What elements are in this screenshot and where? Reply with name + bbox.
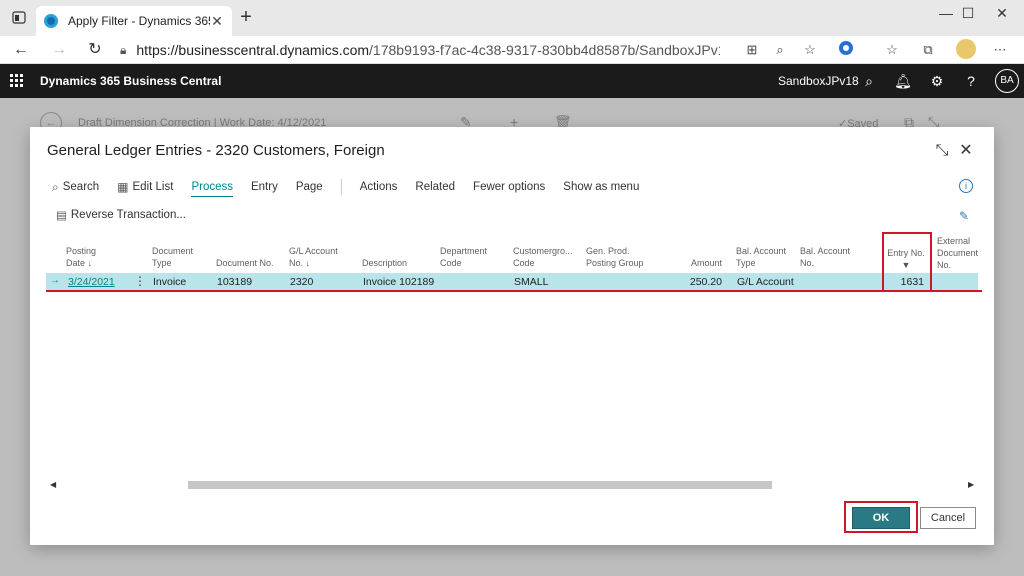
- tab-close-icon[interactable]: ✕: [210, 13, 224, 30]
- horizontal-scrollbar[interactable]: ◀ ▶: [46, 479, 978, 491]
- close-dialog-icon[interactable]: ✕: [956, 141, 976, 161]
- col-bal-account-type[interactable]: Bal. Account Type: [736, 245, 786, 269]
- zoom-icon[interactable]: ⌕: [770, 40, 790, 60]
- col-document-no[interactable]: Document No.: [216, 245, 274, 269]
- row-indicator-arrow-icon: →: [50, 275, 60, 286]
- new-tab-button[interactable]: +: [236, 7, 256, 28]
- col-gen-prod-posting-group[interactable]: Gen. Prod. Posting Group: [586, 245, 644, 269]
- col-posting-date[interactable]: Posting Date ↓: [66, 245, 96, 269]
- dynamics-favicon-icon: [44, 14, 58, 28]
- edit-list-icon: ▦: [117, 180, 129, 194]
- collections-icon[interactable]: ⧉: [918, 40, 938, 60]
- search-action[interactable]: ⌕ Search: [52, 177, 99, 197]
- info-icon[interactable]: i: [959, 179, 973, 193]
- cell-gl-account-no[interactable]: 2320: [290, 276, 313, 288]
- refresh-icon[interactable]: ↻: [84, 39, 106, 61]
- edit-list-action[interactable]: ▦ Edit List: [117, 177, 173, 197]
- back-icon[interactable]: ←: [10, 39, 32, 61]
- browser-tab[interactable]: Apply Filter - Dynamics 365 Busi ✕: [36, 6, 232, 36]
- scroll-left-icon[interactable]: ◀: [50, 479, 56, 491]
- url-text: https://businesscentral.dynamics.com/178…: [136, 42, 720, 58]
- col-document-type[interactable]: Document Type: [152, 245, 193, 269]
- show-as-menu-action[interactable]: Show as menu: [563, 177, 639, 197]
- tab-actions-icon[interactable]: [8, 8, 30, 28]
- cell-customergroup-code[interactable]: SMALL: [514, 276, 548, 288]
- window-close-button[interactable]: ✕: [980, 0, 1024, 28]
- cell-posting-date[interactable]: 3/24/2021: [68, 276, 115, 288]
- reverse-transaction-action[interactable]: ▤ Reverse Transaction...: [56, 208, 186, 222]
- notification-bell-icon[interactable]: 🔔︎: [894, 72, 912, 90]
- entry-no-highlight-box: [882, 232, 932, 292]
- url-field[interactable]: 🔒︎ https://businesscentral.dynamics.com/…: [120, 38, 720, 62]
- tab-title: Apply Filter - Dynamics 365 Busi: [68, 14, 210, 28]
- more-icon[interactable]: ⋯: [990, 40, 1010, 60]
- col-customergroup-code[interactable]: Customergro... Code: [513, 245, 573, 269]
- cell-document-no[interactable]: 103189: [217, 276, 252, 288]
- profile-avatar[interactable]: [956, 39, 976, 59]
- browser-tab-bar: Apply Filter - Dynamics 365 Busi ✕ + — ☐…: [0, 0, 1024, 36]
- forward-icon[interactable]: →: [48, 39, 70, 61]
- general-ledger-entries-dialog: General Ledger Entries - 2320 Customers,…: [30, 127, 994, 545]
- cell-description[interactable]: Invoice 102189: [363, 276, 434, 288]
- tab-related[interactable]: Related: [415, 177, 455, 197]
- entries-grid: Posting Date ↓ Document Type Document No. …: [46, 232, 982, 399]
- action-separator: [340, 179, 342, 195]
- extension-icon[interactable]: [836, 40, 856, 60]
- cell-amount[interactable]: 250.20: [672, 276, 722, 288]
- dialog-title: General Ledger Entries - 2320 Customers,…: [47, 142, 385, 159]
- fewer-options-action[interactable]: Fewer options: [473, 177, 545, 197]
- cancel-button[interactable]: Cancel: [920, 507, 976, 529]
- col-external-document-no[interactable]: External Document No.: [937, 235, 978, 271]
- col-bal-account-no[interactable]: Bal. Account No.: [800, 245, 850, 269]
- tab-page[interactable]: Page: [296, 177, 323, 197]
- search-icon: ⌕: [52, 179, 59, 194]
- tab-process[interactable]: Process: [191, 177, 233, 197]
- app-available-icon[interactable]: ⊞: [742, 40, 762, 60]
- scrollbar-thumb[interactable]: [188, 481, 772, 489]
- row-menu-icon[interactable]: ⋮: [134, 274, 146, 288]
- app-launcher-icon[interactable]: [10, 74, 24, 88]
- search-icon[interactable]: ⌕: [860, 72, 878, 90]
- favorite-star-icon[interactable]: ☆: [800, 40, 820, 60]
- cell-document-type[interactable]: Invoice: [153, 276, 186, 288]
- col-description[interactable]: Description: [362, 245, 407, 269]
- company-name[interactable]: SandboxJPv18: [778, 74, 859, 88]
- settings-gear-icon[interactable]: ⚙: [928, 72, 946, 90]
- col-gl-account-no[interactable]: G/L Account No. ↓: [289, 245, 338, 269]
- address-bar: ← → ↻ 🔒︎ https://businesscentral.dynamic…: [0, 36, 1024, 64]
- collapse-dialog-icon[interactable]: ⤡: [932, 141, 952, 161]
- favorites-icon[interactable]: ☆: [882, 40, 902, 60]
- cell-bal-account-type[interactable]: G/L Account: [737, 276, 794, 288]
- action-bar: ⌕ Search ▦ Edit List Process Entry Page Ac…: [52, 177, 657, 197]
- ok-button[interactable]: OK: [852, 507, 910, 529]
- col-department-code[interactable]: Department Code: [440, 245, 487, 269]
- row-highlight-underline: [46, 290, 982, 292]
- tab-actions[interactable]: Actions: [360, 177, 398, 197]
- tab-entry[interactable]: Entry: [251, 177, 278, 197]
- help-icon[interactable]: ?: [962, 72, 980, 90]
- app-title: Dynamics 365 Business Central: [40, 74, 222, 88]
- pin-icon[interactable]: ✎: [959, 209, 969, 223]
- lock-icon: 🔒︎: [120, 42, 127, 57]
- reverse-icon: ▤: [56, 210, 67, 222]
- col-amount[interactable]: Amount: [676, 245, 722, 269]
- bc-app-header: Dynamics 365 Business Central SandboxJPv…: [0, 64, 1024, 98]
- table-row[interactable]: → 3/24/2021 ⋮ Invoice 103189 2320 Invoic…: [46, 273, 978, 291]
- scroll-right-icon[interactable]: ▶: [968, 479, 974, 491]
- user-avatar[interactable]: BA: [995, 69, 1019, 93]
